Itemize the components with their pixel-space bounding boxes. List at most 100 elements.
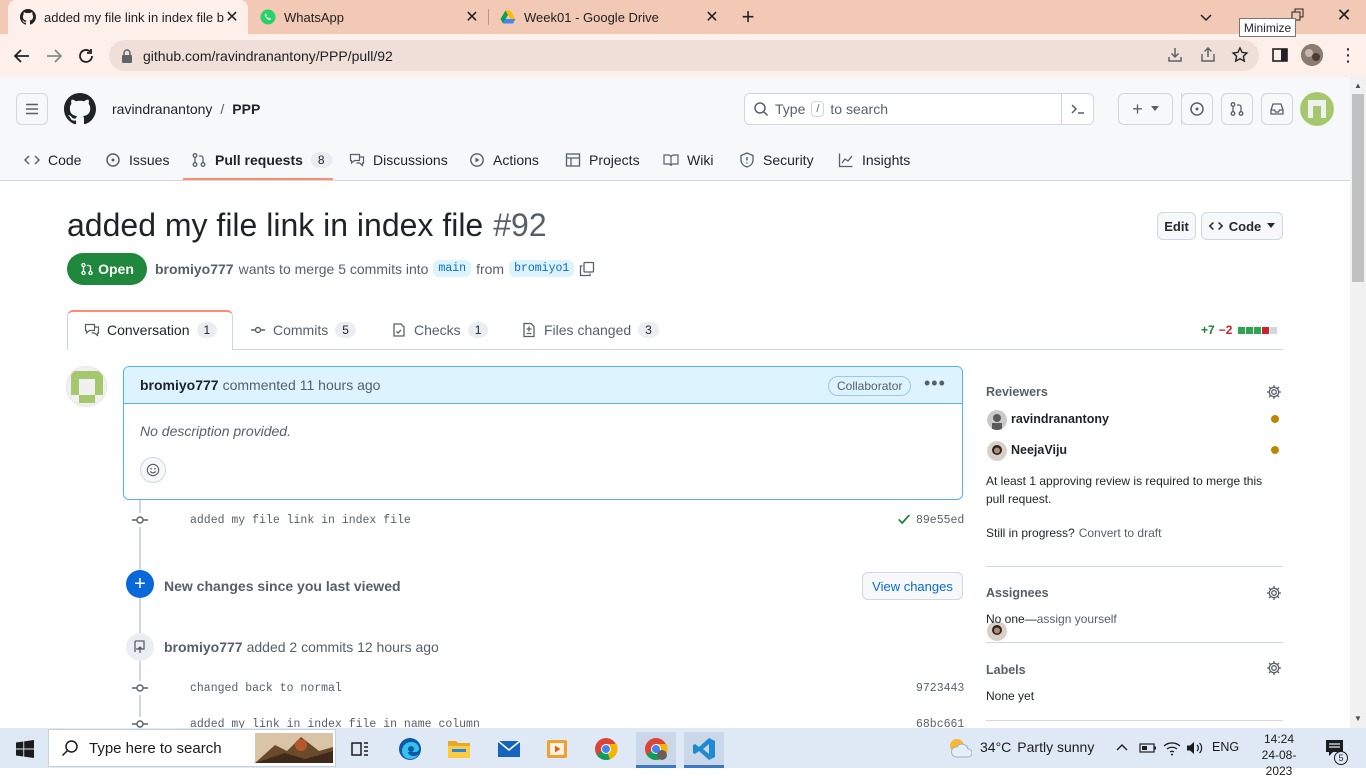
head-branch[interactable]: bromiyo1: [509, 260, 575, 277]
code-dropdown-button[interactable]: Code: [1201, 212, 1283, 240]
add-reaction-smiley-icon[interactable]: [140, 457, 166, 483]
pr-author-link[interactable]: bromiyo777: [155, 261, 234, 277]
page-scrollbar[interactable]: ▲ ▼: [1350, 77, 1366, 728]
reload-icon[interactable]: [72, 42, 100, 70]
scroll-up-arrow-icon[interactable]: ▲: [1354, 81, 1362, 90]
comment-time[interactable]: 11 hours ago: [300, 377, 381, 393]
gear-icon[interactable]: [1266, 585, 1282, 601]
create-new-button[interactable]: +: [1118, 93, 1173, 125]
install-app-icon[interactable]: [1166, 46, 1184, 64]
bookmark-star-icon[interactable]: [1231, 46, 1249, 64]
commit-message-3[interactable]: added my link in index file in name colu…: [190, 718, 480, 728]
edit-title-button[interactable]: Edit: [1157, 212, 1196, 240]
browser-menu-icon[interactable]: ⋮: [1339, 44, 1357, 66]
check-icon[interactable]: [897, 512, 911, 526]
forward-icon[interactable]: [40, 42, 68, 70]
reviewer-avatar[interactable]: [987, 441, 1007, 461]
side-panel-icon[interactable]: [1271, 46, 1289, 64]
gear-icon[interactable]: [1266, 384, 1282, 400]
weather-widget[interactable]: 34°C Partly sunny: [980, 739, 1094, 755]
new-tab-icon[interactable]: +: [736, 4, 760, 29]
temperature: 34°C: [980, 739, 1012, 755]
labels-heading[interactable]: Labels: [986, 663, 1026, 677]
github-logo-icon[interactable]: [64, 93, 96, 125]
media-player-icon[interactable]: [537, 732, 577, 766]
tab-checks[interactable]: Checks 1: [391, 310, 489, 350]
browser-tab-github[interactable]: added my file link in index file by ✕: [8, 0, 248, 34]
repo-nav-code[interactable]: Code: [24, 140, 81, 180]
windows-start-icon[interactable]: [5, 732, 45, 766]
commit-sha-3[interactable]: 68bc661: [916, 718, 964, 728]
repo-nav-insights[interactable]: Insights: [838, 140, 910, 180]
repo-nav-actions[interactable]: Actions: [469, 140, 539, 180]
user-avatar[interactable]: [1300, 92, 1334, 126]
hamburger-menu-icon[interactable]: [16, 93, 48, 125]
repo-nav-security[interactable]: Security: [739, 140, 814, 180]
chrome-profile-icon[interactable]: [636, 732, 676, 766]
scroll-down-arrow-icon[interactable]: ▼: [1354, 714, 1362, 723]
commit-sha-1[interactable]: 89e55ed: [916, 514, 964, 527]
repo-owner-link[interactable]: ravindranantony: [112, 101, 212, 117]
taskbar-search-input[interactable]: Type here to search: [48, 729, 336, 767]
assign-yourself-link[interactable]: assign yourself: [1037, 612, 1117, 626]
input-language[interactable]: ENG: [1212, 740, 1239, 754]
show-hidden-icons-chevron-icon[interactable]: [1115, 741, 1129, 755]
mail-icon[interactable]: [489, 732, 529, 766]
scrollbar-thumb[interactable]: [1352, 94, 1364, 282]
vscode-icon[interactable]: [684, 732, 724, 766]
copy-icon[interactable]: [579, 261, 595, 277]
tab-commits[interactable]: Commits 5: [250, 310, 356, 350]
weather-sun-icon[interactable]: [946, 735, 972, 761]
repo-nav-projects[interactable]: Projects: [565, 140, 640, 180]
reviewer-avatar[interactable]: [987, 410, 1007, 430]
browser-tab-whatsapp[interactable]: WhatsApp ✕: [248, 0, 488, 34]
assignees-heading[interactable]: Assignees: [986, 586, 1049, 600]
tab-files-changed[interactable]: Files changed 3: [521, 310, 659, 350]
tab-search-chevron-icon[interactable]: [1196, 7, 1216, 27]
comment-author-avatar[interactable]: [66, 366, 107, 407]
back-icon[interactable]: [8, 42, 36, 70]
base-branch[interactable]: main: [433, 260, 472, 277]
reviewer-name[interactable]: ravindranantony: [1011, 412, 1109, 426]
close-window-icon[interactable]: ✕: [1333, 4, 1355, 26]
comment-author-link[interactable]: bromiyo777: [140, 377, 219, 393]
chrome-icon[interactable]: [586, 732, 626, 766]
repo-nav-pull-requests[interactable]: Pull requests 8: [191, 140, 332, 180]
commit-icon: [132, 513, 148, 527]
browser-tab-drive[interactable]: Week01 - Google Drive ✕: [488, 0, 728, 34]
tab-conversation[interactable]: Conversation 1: [84, 310, 218, 350]
command-palette-icon[interactable]: [1061, 94, 1093, 124]
task-view-icon[interactable]: [340, 732, 380, 766]
system-clock[interactable]: 14:24 24-08-2023: [1250, 731, 1308, 779]
profile-avatar[interactable]: [1301, 44, 1323, 66]
kebab-menu-icon[interactable]: •••: [924, 374, 946, 392]
convert-to-draft-link[interactable]: Convert to draft: [1079, 526, 1162, 540]
pull-requests-header-icon[interactable]: [1221, 93, 1253, 125]
breadcrumb-separator: /: [220, 101, 225, 117]
reviewer-name[interactable]: NeejaViju: [1011, 443, 1067, 457]
push-author-link[interactable]: bromiyo777: [164, 639, 243, 655]
file-explorer-icon[interactable]: [439, 732, 479, 766]
search-input[interactable]: Type / to search: [744, 93, 1094, 125]
close-tab-icon[interactable]: ✕: [224, 9, 240, 26]
close-tab-icon[interactable]: ✕: [464, 9, 480, 26]
close-tab-icon[interactable]: ✕: [704, 9, 720, 26]
battery-icon[interactable]: [1139, 741, 1157, 755]
address-field[interactable]: github.com/ravindranantony/PPP/pull/92: [109, 40, 1259, 71]
share-icon[interactable]: [1199, 46, 1217, 64]
repo-nav-wiki[interactable]: Wiki: [663, 140, 713, 180]
commit-message-1[interactable]: added my file link in index file: [190, 514, 411, 527]
repo-nav-issues[interactable]: Issues: [105, 140, 169, 180]
view-changes-button[interactable]: View changes: [862, 572, 963, 600]
commit-message-2[interactable]: changed back to normal: [190, 682, 342, 695]
reviewers-heading[interactable]: Reviewers: [986, 385, 1048, 399]
edge-icon[interactable]: [390, 732, 430, 766]
gear-icon[interactable]: [1266, 660, 1282, 676]
inbox-icon[interactable]: [1261, 93, 1293, 125]
volume-icon[interactable]: [1186, 740, 1204, 756]
repo-name-link[interactable]: PPP: [232, 101, 260, 117]
repo-nav-discussions[interactable]: Discussions: [349, 140, 448, 180]
commit-sha-2[interactable]: 9723443: [916, 682, 964, 695]
issues-header-icon[interactable]: [1181, 93, 1213, 125]
wifi-icon[interactable]: [1163, 740, 1181, 756]
